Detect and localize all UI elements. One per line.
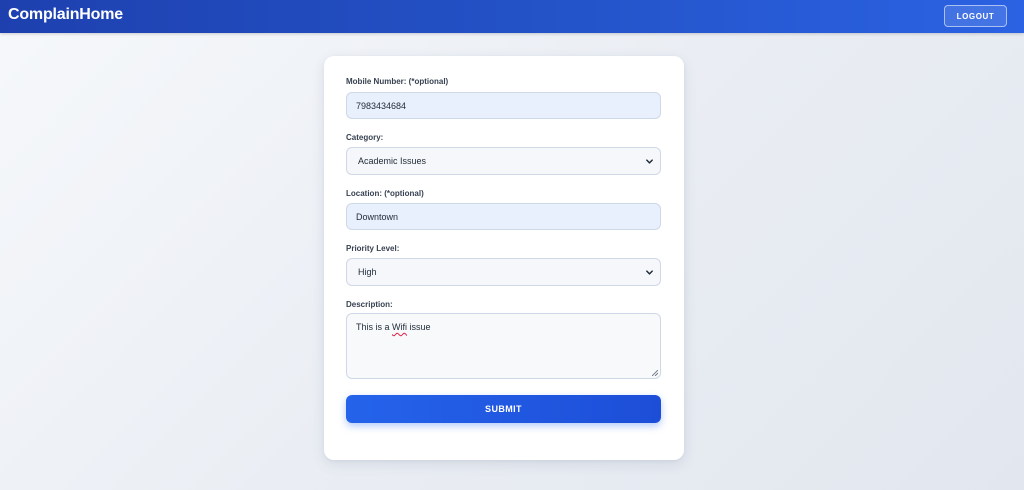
complaint-form-card: Mobile Number: (*optional) 7983434684 Ca… xyxy=(324,56,684,460)
submit-button[interactable]: SUBMIT xyxy=(346,395,661,423)
brand-logo[interactable]: ComplainHome xyxy=(8,6,123,24)
category-label: Category: xyxy=(346,133,384,142)
description-textarea[interactable]: This is a Wifi issue xyxy=(346,313,661,379)
category-selected-value: Academic Issues xyxy=(358,156,427,166)
description-text-suffix: issue xyxy=(407,322,431,332)
mobile-number-label: Mobile Number: (*optional) xyxy=(346,77,449,86)
location-input[interactable]: Downtown xyxy=(346,203,661,230)
resize-handle-icon[interactable] xyxy=(652,370,658,376)
priority-level-label: Priority Level: xyxy=(346,244,400,253)
priority-selected-value: High xyxy=(358,267,377,277)
logout-button[interactable]: LOGOUT xyxy=(944,5,1007,27)
chevron-down-icon xyxy=(646,159,653,164)
spellcheck-word: Wifi xyxy=(392,322,408,332)
mobile-number-input[interactable]: 7983434684 xyxy=(346,92,661,119)
category-select[interactable]: Academic Issues xyxy=(346,147,661,175)
top-navbar: ComplainHome LOGOUT xyxy=(0,0,1024,33)
chevron-down-icon xyxy=(646,270,653,275)
priority-level-select[interactable]: High xyxy=(346,258,661,286)
description-text-prefix: This is a xyxy=(356,322,393,332)
location-label: Location: (*optional) xyxy=(346,189,424,198)
description-label: Description: xyxy=(346,300,393,309)
